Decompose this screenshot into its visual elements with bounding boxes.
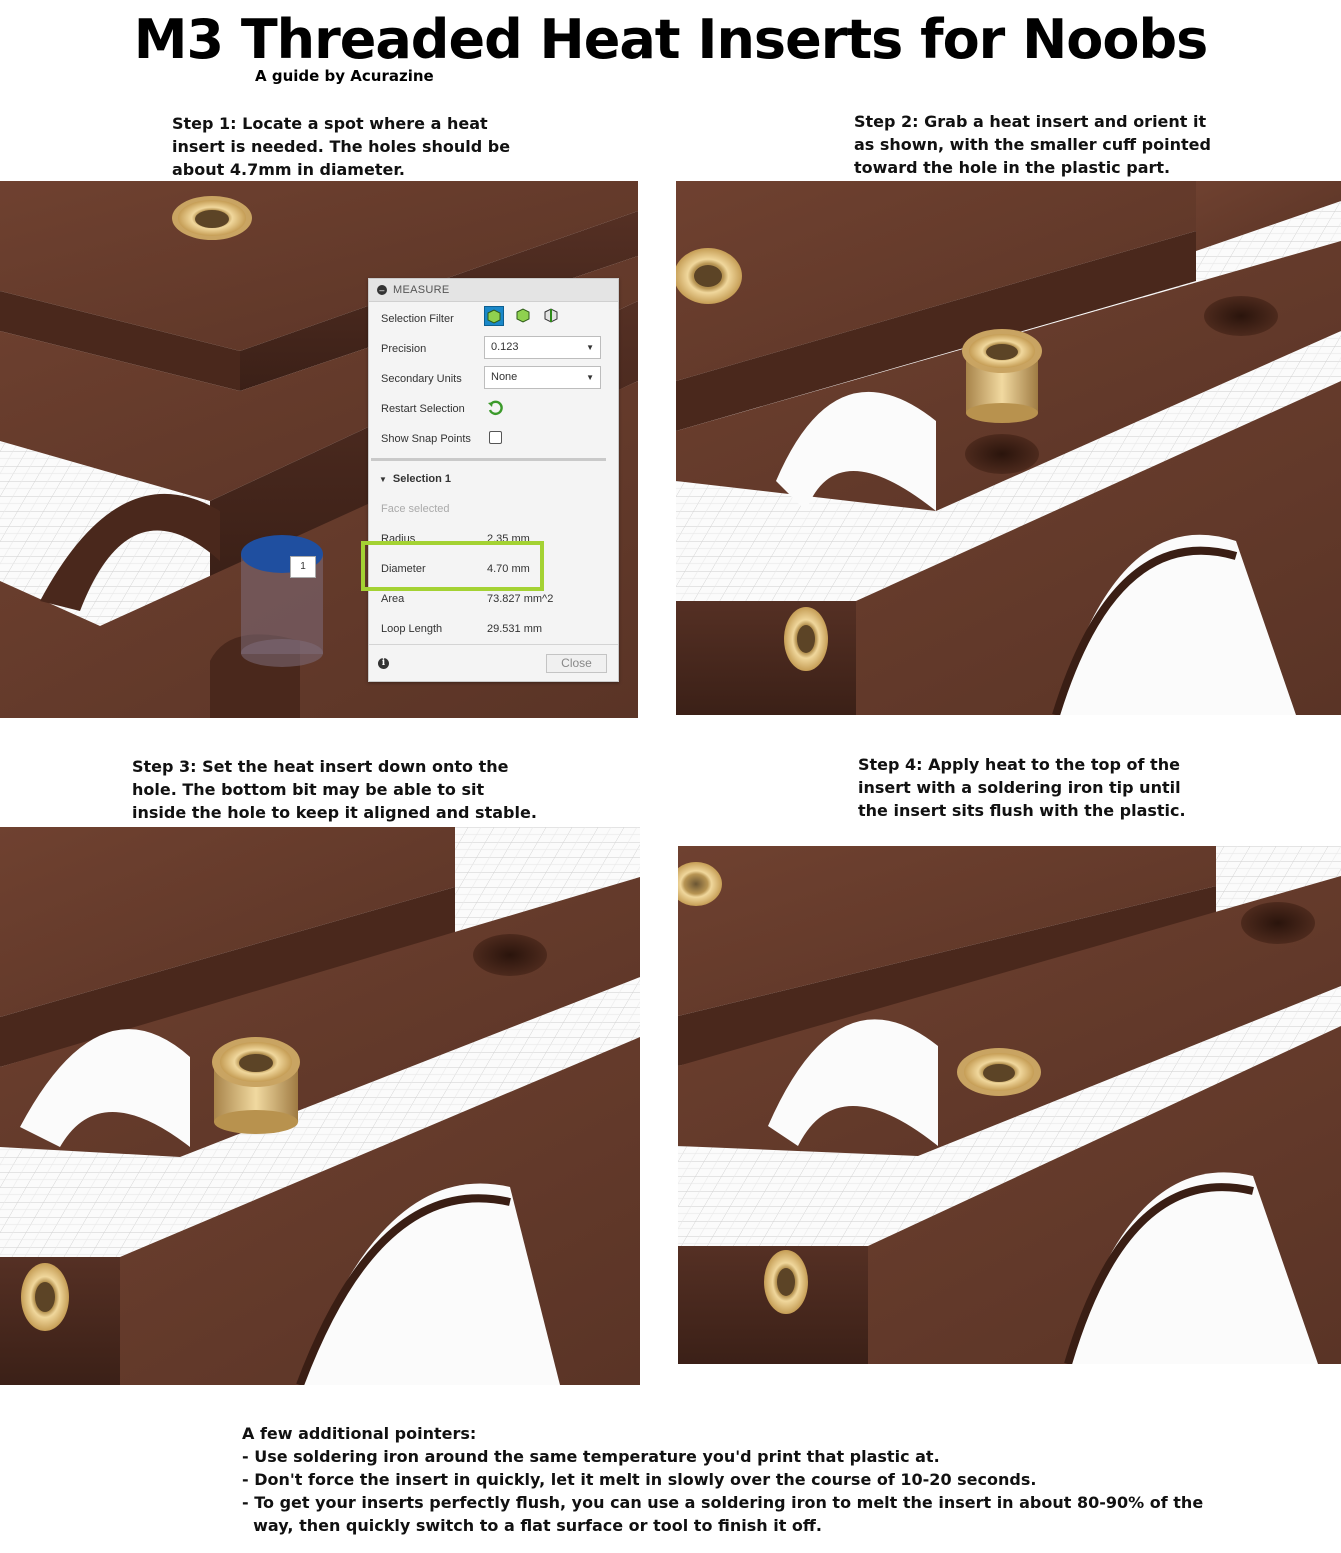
diameter-highlight-box xyxy=(361,541,544,591)
step3-cad-view xyxy=(0,827,640,1385)
selection-section-header[interactable]: ▼ Selection 1 xyxy=(379,473,451,485)
loop-length-value: 29.531 mm xyxy=(487,623,543,635)
step4-cad-view xyxy=(678,846,1341,1364)
measure-title: MEASURE xyxy=(393,284,450,296)
secondary-units-select[interactable]: None ▼ xyxy=(484,366,601,389)
divider xyxy=(371,458,606,461)
pointer-item: - Don't force the insert in quickly, let… xyxy=(242,1470,1037,1489)
page-subtitle: A guide by Acurazine xyxy=(255,67,434,85)
selection-badge: 1 xyxy=(290,556,316,578)
step4-text: Step 4: Apply heat to the top of the ins… xyxy=(858,755,1186,820)
close-button[interactable]: Close xyxy=(546,654,607,673)
step2-cad-view xyxy=(676,181,1341,715)
collapse-triangle-icon: ▼ xyxy=(379,475,387,484)
pointer-item: - To get your inserts perfectly flush, y… xyxy=(242,1493,1204,1512)
precision-select[interactable]: 0.123 ▼ xyxy=(484,336,601,359)
collapse-icon[interactable]: – xyxy=(377,285,387,296)
pointer-item: - Use soldering iron around the same tem… xyxy=(242,1447,940,1466)
step3-text: Step 3: Set the heat insert down onto th… xyxy=(132,757,537,822)
show-snap-points-label: Show Snap Points xyxy=(381,433,471,445)
precision-label: Precision xyxy=(381,343,427,355)
selection-filter-label: Selection Filter xyxy=(381,313,454,325)
restart-selection-label: Restart Selection xyxy=(381,403,465,415)
step2-text: Step 2: Grab a heat insert and orient it… xyxy=(854,112,1211,177)
secondary-units-label: Secondary Units xyxy=(381,373,462,385)
area-value: 73.827 mm^2 xyxy=(487,593,554,605)
pointers-heading: A few additional pointers: xyxy=(242,1424,477,1443)
pointer-item: way, then quickly switch to a flat surfa… xyxy=(242,1516,822,1535)
additional-pointers: A few additional pointers: - Use solderi… xyxy=(242,1422,1203,1537)
loop-length-label: Loop Length xyxy=(381,623,443,635)
chevron-down-icon: ▼ xyxy=(586,343,594,352)
chevron-down-icon: ▼ xyxy=(586,373,594,382)
measure-header: – MEASURE xyxy=(369,279,618,302)
page-title: M3 Threaded Heat Inserts for Noobs xyxy=(133,8,1209,71)
face-filter-icon[interactable] xyxy=(514,306,534,326)
restart-icon[interactable] xyxy=(487,400,503,416)
snap-points-checkbox[interactable] xyxy=(489,431,502,444)
secondary-units-value: None xyxy=(491,371,518,383)
body-filter-icon[interactable] xyxy=(484,306,504,326)
area-label: Area xyxy=(381,593,405,605)
selection-section-label: Selection 1 xyxy=(392,473,451,485)
step1-text: Step 1: Locate a spot where a heat inser… xyxy=(172,114,511,179)
measure-dialog: – MEASURE Selection Filter Precision 0.12… xyxy=(368,278,619,682)
precision-value: 0.123 xyxy=(491,341,519,353)
face-selected-text: Face selected xyxy=(381,503,450,515)
footer-divider xyxy=(369,644,618,645)
info-icon[interactable]: i xyxy=(378,658,389,669)
edge-filter-icon[interactable] xyxy=(542,306,562,326)
